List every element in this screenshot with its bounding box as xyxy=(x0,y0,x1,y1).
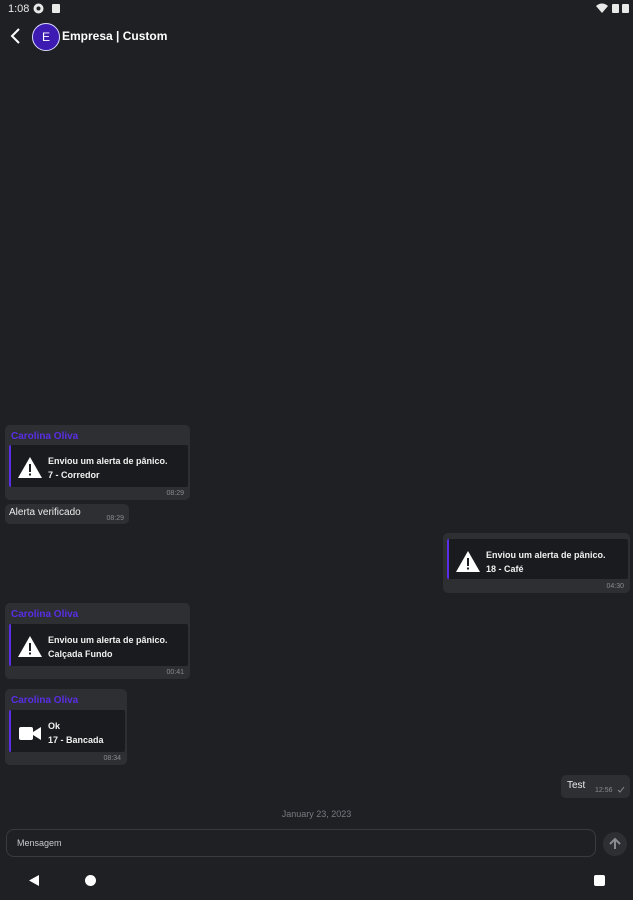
alert-line2: 18 - Café xyxy=(486,564,524,574)
send-button[interactable] xyxy=(603,832,627,856)
message-bubble[interactable]: Carolina Oliva Enviou um alerta de pânic… xyxy=(5,425,190,500)
message-text: Alerta verificado xyxy=(9,507,81,518)
read-check-icon xyxy=(617,786,625,793)
battery-icon xyxy=(612,4,619,13)
message-bubble[interactable]: Alerta verificado 08:29 xyxy=(5,504,129,524)
message-bubble[interactable]: Carolina Oliva Ok 17 - Bancada 08:34 xyxy=(5,689,127,765)
alert-card[interactable]: Enviou um alerta de pânico. 7 - Corredor xyxy=(9,445,188,487)
nav-recents-icon[interactable] xyxy=(594,875,605,886)
signal-icon xyxy=(622,4,629,13)
message-text: Test xyxy=(567,780,586,791)
message-time: 04:30 xyxy=(606,583,624,590)
app-notification-icon xyxy=(33,3,44,14)
sender-name: Carolina Oliva xyxy=(11,609,79,620)
warning-icon xyxy=(18,636,42,657)
message-time: 08:34 xyxy=(103,755,121,762)
message-time: 08:29 xyxy=(106,515,124,522)
warning-icon xyxy=(18,457,42,478)
back-arrow-icon[interactable] xyxy=(6,26,26,46)
nav-back-icon[interactable] xyxy=(28,874,40,887)
video-camera-icon xyxy=(19,727,41,740)
alert-line1: Enviou um alerta de pânico. xyxy=(48,456,168,466)
date-separator: January 23, 2023 xyxy=(281,809,352,819)
clipboard-icon xyxy=(52,4,60,13)
alert-line1: Enviou um alerta de pânico. xyxy=(48,635,168,645)
avatar[interactable]: E xyxy=(32,23,60,51)
alert-line2: Calçada Fundo xyxy=(48,649,113,659)
chat-title[interactable]: Empresa | Custom xyxy=(62,29,167,43)
card-line1: Ok xyxy=(48,721,61,731)
message-input[interactable]: Mensagem xyxy=(6,829,596,857)
status-time: 1:08 xyxy=(8,3,30,15)
alert-line1: Enviou um alerta de pânico. xyxy=(486,550,606,560)
sender-name: Carolina Oliva xyxy=(11,695,79,706)
message-bubble-outgoing[interactable]: Enviou um alerta de pânico. 18 - Café 04… xyxy=(443,533,630,593)
message-time: 08:29 xyxy=(166,490,184,497)
arrow-up-icon xyxy=(609,837,621,849)
message-time: 00:41 xyxy=(166,669,184,676)
sender-name: Carolina Oliva xyxy=(11,431,79,442)
message-bubble-outgoing[interactable]: Test 12:56 xyxy=(561,775,630,798)
message-bubble[interactable]: Carolina Oliva Enviou um alerta de pânic… xyxy=(5,603,190,679)
message-time: 12:56 xyxy=(595,787,613,794)
wifi-icon xyxy=(596,3,608,13)
warning-icon xyxy=(456,551,480,572)
alert-card[interactable]: Enviou um alerta de pânico. Calçada Fund… xyxy=(9,624,188,666)
video-card[interactable]: Ok 17 - Bancada xyxy=(9,710,125,752)
nav-home-icon[interactable] xyxy=(85,875,96,886)
card-line2: 17 - Bancada xyxy=(48,735,104,745)
alert-line2: 7 - Corredor xyxy=(48,470,100,480)
alert-card[interactable]: Enviou um alerta de pânico. 18 - Café xyxy=(447,539,628,579)
